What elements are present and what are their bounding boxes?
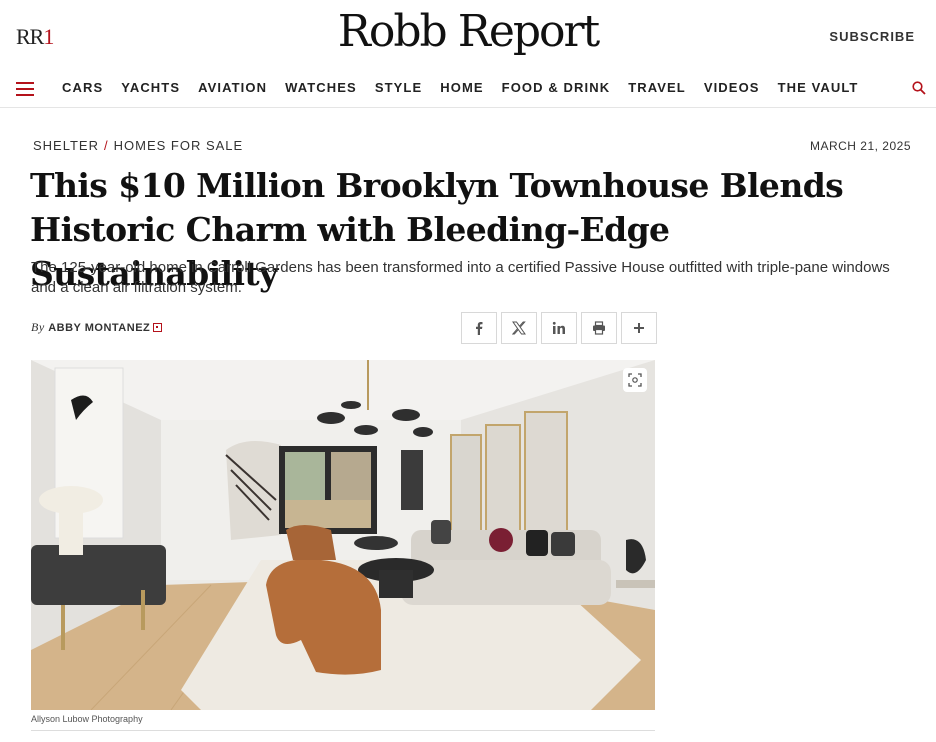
nav-item-food-drink[interactable]: FOOD & DRINK (502, 80, 611, 95)
nav-items: CARS YACHTS AVIATION WATCHES STYLE HOME … (62, 80, 876, 95)
author-badge-icon (153, 323, 163, 332)
facebook-share-button[interactable] (461, 312, 497, 344)
facebook-icon (476, 322, 483, 335)
article-dek: The 125-year-old home in Carroll Gardens… (31, 259, 890, 296)
nav-item-style[interactable]: STYLE (375, 80, 422, 95)
hero-image[interactable] (31, 360, 655, 710)
living-room-photo (31, 360, 655, 710)
byline-prefix: By (31, 320, 45, 334)
nav-item-aviation[interactable]: AVIATION (198, 80, 267, 95)
more-share-button[interactable] (621, 312, 657, 344)
breadcrumb-separator: / (104, 138, 109, 153)
nav-item-yachts[interactable]: YACHTS (121, 80, 180, 95)
image-credit: Allyson Lubow Photography (31, 714, 143, 724)
nav-item-travel[interactable]: TRAVEL (628, 80, 686, 95)
linkedin-share-button[interactable] (541, 312, 577, 344)
share-bar (461, 312, 657, 344)
breadcrumb-homes-for-sale[interactable]: HOMES FOR SALE (114, 138, 244, 153)
brand-logo[interactable]: Robb Report (0, 6, 936, 57)
nav-item-watches[interactable]: WATCHES (285, 80, 357, 95)
linkedin-icon (552, 321, 565, 334)
x-share-button[interactable] (501, 312, 537, 344)
zoom-button[interactable] (623, 368, 647, 392)
search-icon[interactable] (912, 81, 926, 95)
publish-date: MARCH 21, 2025 (809, 139, 911, 153)
author-link[interactable]: ABBY MONTANEZ (48, 322, 150, 334)
divider (31, 730, 655, 731)
nav-item-home[interactable]: HOME (440, 80, 483, 95)
nav-item-cars[interactable]: CARS (62, 80, 103, 95)
expand-icon (628, 373, 642, 387)
print-button[interactable] (581, 312, 617, 344)
x-icon (512, 321, 526, 335)
byline: By ABBY MONTANEZ (31, 320, 163, 335)
plus-icon (634, 323, 644, 333)
breadcrumb-shelter[interactable]: SHELTER (33, 138, 99, 153)
nav-item-videos[interactable]: VIDEOS (704, 80, 760, 95)
nav-item-the-vault[interactable]: THE VAULT (778, 80, 859, 95)
breadcrumb: SHELTER / HOMES FOR SALE (33, 138, 243, 153)
subscribe-link[interactable]: SUBSCRIBE (829, 29, 915, 44)
menu-icon[interactable] (16, 82, 34, 96)
main-nav: CARS YACHTS AVIATION WATCHES STYLE HOME … (0, 68, 936, 108)
print-icon (593, 321, 605, 335)
